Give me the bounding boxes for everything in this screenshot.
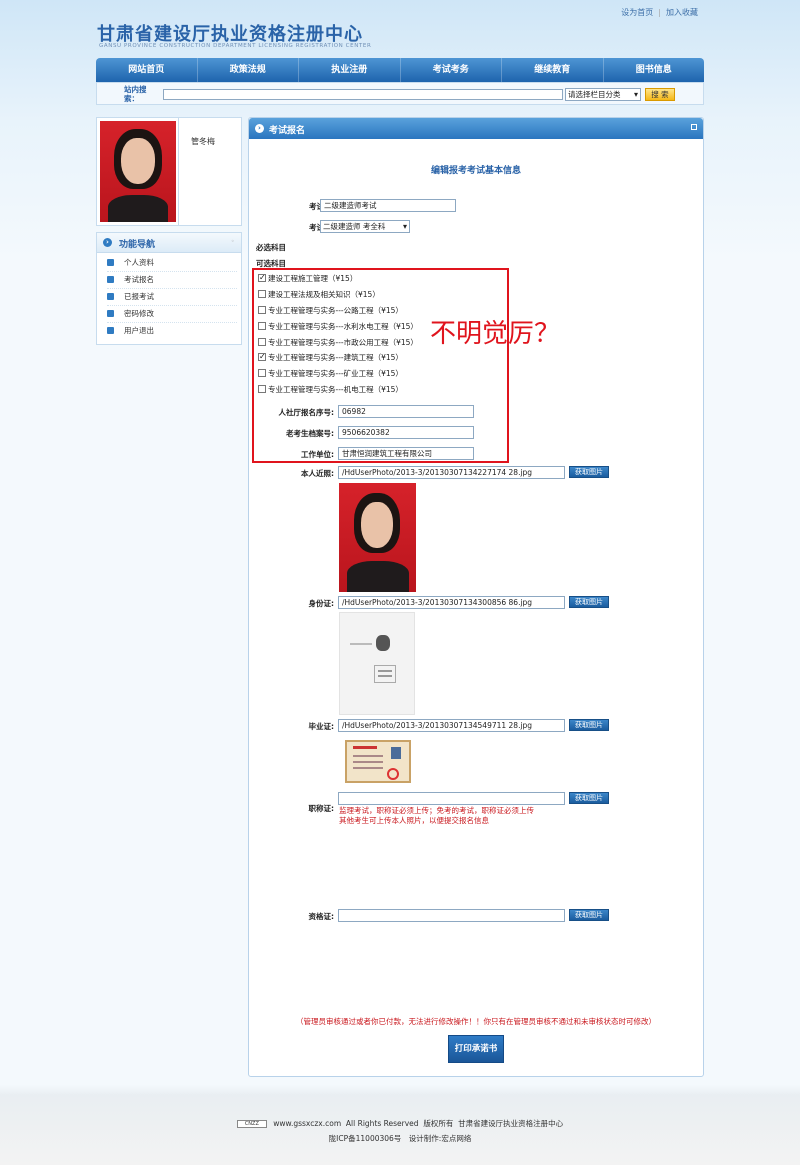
edit-warning: （管理员审核通过或者你已付款，无法进行修改操作！！你只有在管理员审核不通过和未审… [296, 1017, 656, 1026]
qualification-label: 资格证: [308, 912, 335, 921]
search-button[interactable]: 搜 索 [645, 88, 675, 101]
function-nav-header: › 功能导航 ◦ [97, 233, 241, 253]
sidebar-item-password[interactable]: 密码修改 [107, 308, 237, 323]
annotation-box [252, 268, 509, 463]
photo-path-field[interactable]: /HdUserPhoto/2013-3/20130307134227174 28… [338, 466, 565, 479]
function-nav: › 功能导航 ◦ 个人资料 考试报名 已报考试 密码修改 用户退出 [96, 232, 242, 345]
footer-rights: All Rights Reserved [345, 1119, 419, 1128]
footer-copyright: 版权所有 [423, 1119, 454, 1128]
sidebar-item-logout[interactable]: 用户退出 [107, 325, 237, 340]
nav-registration[interactable]: 执业注册 [299, 58, 401, 82]
user-photo [97, 118, 179, 225]
nav-home[interactable]: 网站首页 [96, 58, 198, 82]
id-card-label: 身份证: [308, 599, 335, 608]
title-cert-note-2: 其他考生可上传本人照片，以便提交报名信息 [339, 816, 489, 825]
nav-policy[interactable]: 政策法规 [198, 58, 299, 82]
search-category-select[interactable]: 请选择栏目分类 [565, 88, 641, 101]
site-logo-subtitle: GANSU PROVINCE CONSTRUCTION DEPARTMENT L… [99, 43, 372, 49]
annotation-text: 不明觉厉？ [430, 319, 561, 349]
avatar [100, 121, 176, 222]
id-card-path-field[interactable]: /HdUserPhoto/2013-3/20130307134300856 86… [338, 596, 565, 609]
required-subjects-label: 必选科目 [256, 243, 286, 252]
exam-type-select[interactable]: 二级建造师 考全科 [320, 220, 410, 233]
footer-line-1: CNZZ www.gssxczx.com All Rights Reserved… [0, 1118, 800, 1129]
set-homepage-link[interactable]: 设为首页 [621, 8, 653, 17]
user-name: 管冬梅 [191, 137, 215, 146]
arrow-circle-icon: › [103, 238, 112, 247]
nav-exam[interactable]: 考试考务 [401, 58, 502, 82]
square-icon [691, 124, 697, 130]
site-search-bar: 站内搜索： 请选择栏目分类 搜 索 [96, 82, 704, 105]
get-diploma-image-button[interactable]: 获取图片 [569, 719, 609, 731]
top-links: 设为首页 | 加入收藏 [621, 8, 698, 17]
footer-line-2: 陇ICP备11000306号 设计制作:宏点网络 [328, 1134, 472, 1143]
bullet-icon [107, 259, 114, 266]
arrow-circle-icon: › [255, 124, 264, 133]
uploaded-photo [339, 483, 416, 592]
title-cert-path-field[interactable] [338, 792, 565, 805]
photo-label: 本人近照: [301, 469, 334, 478]
get-photo-button[interactable]: 获取图片 [569, 466, 609, 478]
print-commitment-button[interactable]: 打印承诺书 [448, 1035, 504, 1063]
footer-org: 甘肃省建设厅执业资格注册中心 [458, 1119, 564, 1128]
bullet-icon [107, 310, 114, 317]
qualification-path-field[interactable] [338, 909, 565, 922]
get-title-cert-image-button[interactable]: 获取图片 [569, 792, 609, 804]
form-subtitle: 编辑报考考试基本信息 [430, 166, 521, 176]
sidebar-item-exam-signup[interactable]: 考试报名 [107, 274, 237, 289]
footer-site: www.gssxczx.com [273, 1119, 342, 1128]
nav-education[interactable]: 继续教育 [502, 58, 604, 82]
cnzz-badge[interactable]: CNZZ [236, 1120, 267, 1128]
diploma-label: 毕业证: [308, 722, 335, 731]
main-nav: 网站首页 政策法规 执业注册 考试考务 继续教育 图书信息 [96, 58, 704, 82]
function-nav-title: 功能导航 [119, 240, 156, 250]
search-label: 站内搜索： [124, 85, 147, 103]
diploma-image [345, 740, 411, 783]
bullet-icon [107, 293, 114, 300]
nav-books[interactable]: 图书信息 [604, 58, 705, 82]
title-cert-label: 职称证: [308, 804, 335, 813]
sidebar-item-profile[interactable]: 个人资料 [107, 257, 237, 272]
id-card-image [339, 612, 415, 715]
bullet-icon [107, 276, 114, 283]
panel-title: 考试报名 [269, 126, 306, 136]
exam-name-field[interactable]: 二级建造师考试 [320, 199, 456, 212]
user-card: 管冬梅 [96, 117, 242, 226]
sidebar-item-registered-exams[interactable]: 已报考试 [107, 291, 237, 306]
get-id-image-button[interactable]: 获取图片 [569, 596, 609, 608]
search-input[interactable] [163, 89, 563, 100]
get-qualification-image-button[interactable]: 获取图片 [569, 909, 609, 921]
diploma-path-field[interactable]: /HdUserPhoto/2013-3/20130307134549711 28… [338, 719, 565, 732]
add-favorite-link[interactable]: 加入收藏 [666, 8, 698, 17]
collapse-icon[interactable]: ◦ [231, 238, 235, 245]
bullet-icon [107, 327, 114, 334]
panel-header: › 考试报名 [249, 118, 703, 139]
